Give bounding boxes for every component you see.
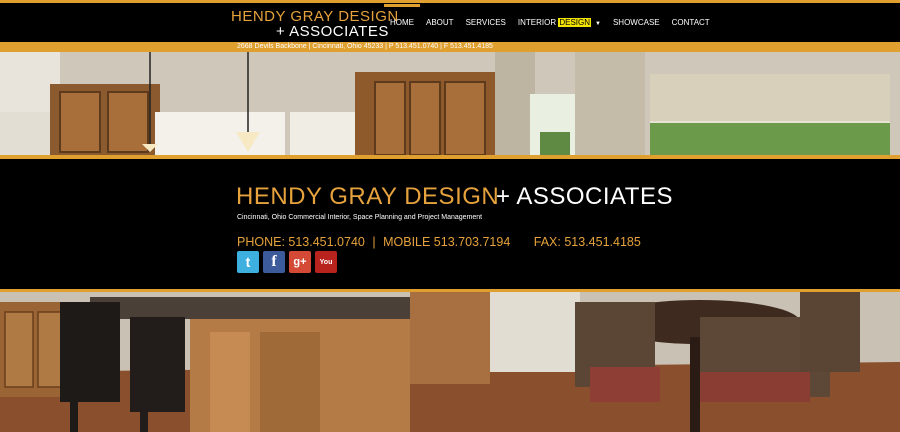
googleplus-button[interactable]: g+: [289, 251, 311, 273]
nav-home-label: HOME: [390, 18, 414, 27]
dining-illustration: [0, 292, 900, 432]
nav-showcase-label: SHOWCASE: [612, 18, 660, 27]
googleplus-icon: g+: [293, 256, 307, 268]
phone-number[interactable]: PHONE: 513.451.0740: [237, 235, 365, 249]
youtube-icon: You: [319, 258, 333, 266]
hero-title-white: + ASSOCIATES: [496, 183, 673, 210]
mobile-number[interactable]: MOBILE 513.703.7194: [383, 235, 510, 249]
hero-image-kitchen: [0, 52, 900, 155]
facebook-button[interactable]: f: [263, 251, 285, 273]
nav-services[interactable]: SERVICES: [460, 18, 512, 27]
social-links: t f g+ You: [237, 251, 337, 273]
nav-design-highlight: DESIGN: [558, 18, 591, 27]
twitter-icon: t: [245, 254, 251, 270]
address-text: 2668 Devils Backbone | Cincinnati, Ohio …: [237, 43, 493, 50]
nav-contact[interactable]: CONTACT: [666, 18, 716, 27]
nav-showcase[interactable]: SHOWCASE: [607, 18, 666, 27]
kitchen-illustration: [0, 52, 900, 155]
nav-about[interactable]: ABOUT: [420, 18, 460, 27]
site-header: HENDY GRAY DESIGN + ASSOCIATES HOME ABOU…: [0, 3, 900, 42]
hero-title-gold: HENDY GRAY DESIGN: [236, 183, 500, 210]
address-bar: 2668 Devils Backbone | Cincinnati, Ohio …: [0, 42, 900, 52]
contact-line: PHONE: 513.451.0740 | MOBILE 513.703.719…: [237, 235, 641, 249]
logo-subtitle[interactable]: + ASSOCIATES: [276, 23, 389, 40]
main-nav: HOME ABOUT SERVICES INTERIOR DESIGN ▼ SHO…: [384, 3, 716, 42]
nav-services-label: SERVICES: [465, 18, 506, 27]
separator: |: [372, 235, 376, 249]
nav-about-label: ABOUT: [426, 18, 454, 27]
nav-home[interactable]: HOME: [384, 4, 420, 27]
hero-image-dining: [0, 292, 900, 432]
youtube-button[interactable]: You: [315, 251, 337, 273]
hero-band: HENDY GRAY DESIGN + ASSOCIATES Cincinnat…: [0, 159, 900, 289]
tagline: Cincinnati, Ohio Commercial Interior, Sp…: [237, 214, 483, 221]
chevron-down-icon: ▼: [595, 21, 601, 27]
twitter-button[interactable]: t: [237, 251, 259, 273]
facebook-icon: f: [271, 253, 277, 270]
nav-interior-design[interactable]: INTERIOR DESIGN ▼: [512, 18, 607, 27]
nav-contact-label: CONTACT: [671, 18, 710, 27]
nav-interior-label: INTERIOR: [517, 18, 559, 27]
fax-number: FAX: 513.451.4185: [533, 235, 641, 249]
